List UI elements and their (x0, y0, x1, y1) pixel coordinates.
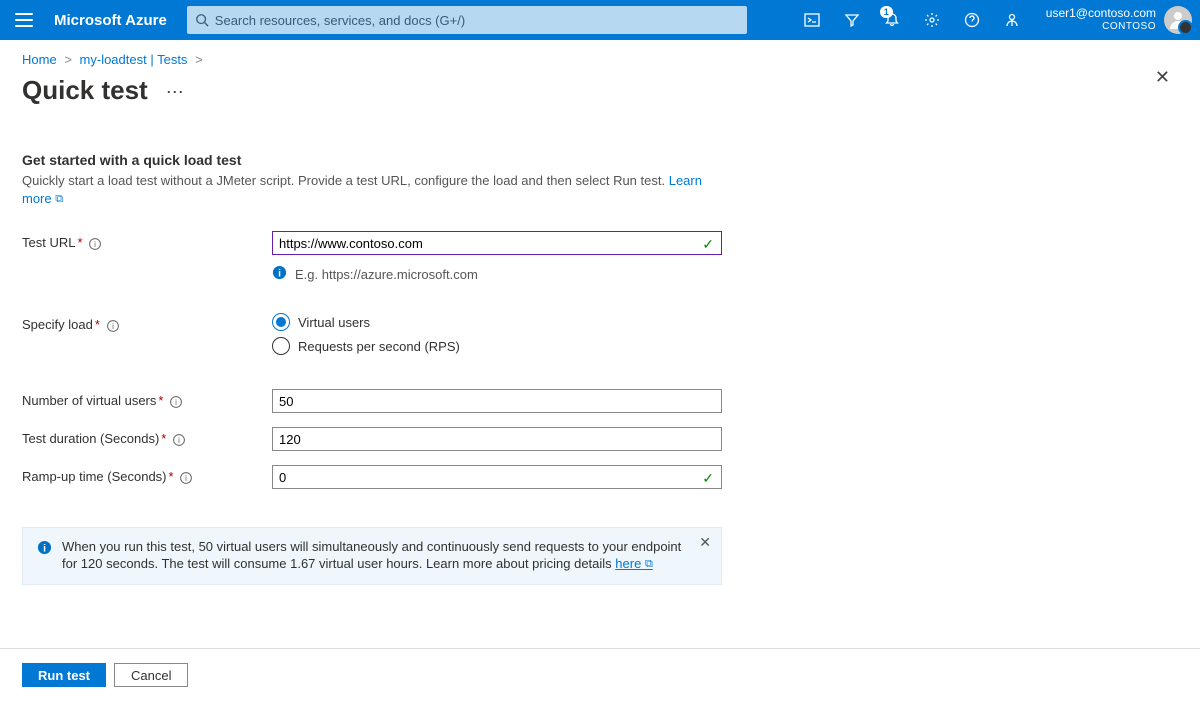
help-icon[interactable] (952, 0, 992, 40)
feedback-icon[interactable] (992, 0, 1032, 40)
global-search[interactable]: Search resources, services, and docs (G+… (187, 6, 747, 34)
section-description: Quickly start a load test without a JMet… (22, 172, 718, 209)
info-icon[interactable]: i (107, 320, 119, 332)
close-icon[interactable]: ✕ (699, 534, 711, 551)
info-notice: i When you run this test, 50 virtual use… (22, 527, 722, 585)
section-heading: Get started with a quick load test (22, 152, 718, 168)
notifications-icon[interactable]: 1 (872, 0, 912, 40)
more-actions-icon[interactable]: ⋯ (166, 82, 186, 103)
hamburger-menu[interactable] (0, 0, 48, 40)
content-area: Get started with a quick load test Quick… (0, 106, 740, 585)
duration-input[interactable] (272, 427, 722, 451)
user-email: user1@contoso.com (1046, 6, 1156, 20)
filter-icon[interactable] (832, 0, 872, 40)
rampup-label: Ramp-up time (Seconds)* i (22, 465, 272, 484)
radio-selected-icon (272, 313, 290, 331)
test-url-hint: E.g. https://azure.microsoft.com (295, 267, 478, 282)
radio-unselected-icon (272, 337, 290, 355)
rampup-input[interactable] (272, 465, 722, 489)
test-url-input[interactable] (272, 231, 722, 255)
info-icon[interactable]: i (170, 396, 182, 408)
brand-label[interactable]: Microsoft Azure (54, 12, 167, 29)
settings-icon[interactable] (912, 0, 952, 40)
run-test-button[interactable]: Run test (22, 663, 106, 687)
duration-label: Test duration (Seconds)* i (22, 427, 272, 446)
user-menu[interactable]: user1@contoso.com CONTOSO (1032, 6, 1200, 34)
info-icon: i (37, 540, 52, 574)
notification-badge: 1 (880, 6, 893, 18)
pricing-link[interactable]: here ⧉ (615, 556, 653, 571)
breadcrumb: Home > my-loadtest | Tests > (0, 40, 1200, 67)
radio-virtual-users[interactable]: Virtual users (272, 313, 718, 331)
svg-text:i: i (112, 322, 114, 331)
specify-load-label: Specify load* i (22, 313, 272, 332)
num-users-input[interactable] (272, 389, 722, 413)
test-url-label: Test URL* i (22, 231, 272, 250)
svg-text:i: i (278, 268, 281, 279)
info-icon[interactable]: i (173, 434, 185, 446)
cancel-button[interactable]: Cancel (114, 663, 188, 687)
avatar (1164, 6, 1192, 34)
tenant-name: CONTOSO (1046, 20, 1156, 34)
top-bar: Microsoft Azure Search resources, servic… (0, 0, 1200, 40)
top-icons: 1 user1@contoso.com CONTOSO (792, 0, 1200, 40)
cloud-shell-icon[interactable] (792, 0, 832, 40)
search-placeholder: Search resources, services, and docs (G+… (215, 13, 465, 28)
breadcrumb-item[interactable]: my-loadtest | Tests (80, 52, 188, 67)
num-users-label: Number of virtual users* i (22, 389, 272, 408)
footer: Run test Cancel (0, 648, 1200, 701)
svg-text:i: i (178, 436, 180, 445)
page-title: Quick test (22, 75, 148, 106)
close-icon[interactable]: ✕ (1155, 67, 1170, 88)
svg-text:i: i (43, 543, 46, 554)
page-header: Quick test ⋯ ✕ (0, 67, 1200, 106)
svg-text:i: i (94, 240, 96, 249)
info-icon[interactable]: i (180, 472, 192, 484)
svg-text:i: i (175, 398, 177, 407)
radio-rps[interactable]: Requests per second (RPS) (272, 337, 718, 355)
breadcrumb-home[interactable]: Home (22, 52, 57, 67)
svg-text:i: i (185, 474, 187, 483)
info-icon: i (272, 265, 287, 283)
info-icon[interactable]: i (89, 238, 101, 250)
